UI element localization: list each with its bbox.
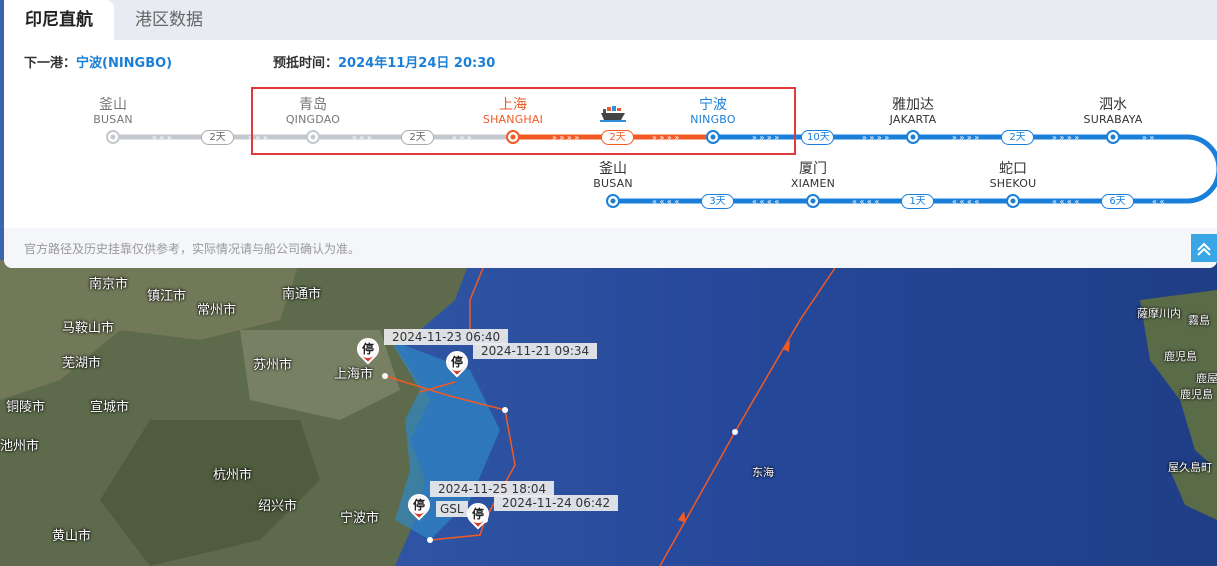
port-name-en: JAKARTA [889, 113, 937, 126]
port-busan[interactable]: 釜山 BUSAN [58, 97, 168, 127]
svg-text:« « « «: « « « « [652, 197, 679, 206]
city-label: 南通市 [282, 287, 322, 302]
city-label: 南京市 [89, 277, 129, 292]
svg-text:» » » »: » » » » [1052, 133, 1079, 142]
port-name-en: BUSAN [593, 177, 633, 190]
tab-bar: 印尼直航 港区数据 [4, 0, 1217, 40]
city-label: 霧島 [1188, 314, 1210, 327]
city-label: 马鞍山市 [62, 321, 115, 336]
stop-marker[interactable]: 停 [441, 346, 473, 381]
stop-marker-label: 停 [359, 340, 377, 358]
port-xiamen[interactable]: 厦门 XIAMEN [758, 161, 868, 191]
port-name-en: SHEKOU [989, 177, 1037, 190]
transit-days-badge: 2天 [201, 130, 234, 145]
stop-marker[interactable]: 停 [462, 498, 494, 533]
svg-text:» » »: » » » [152, 133, 172, 142]
port-busan-return[interactable]: 釜山 BUSAN [558, 161, 668, 191]
eta-label: 预抵时间： [273, 56, 339, 71]
vessel-label[interactable]: GSL [436, 501, 468, 517]
transit-days-badge: 2天 [1001, 130, 1034, 145]
tab-port-data[interactable]: 港区数据 [114, 0, 224, 40]
disclaimer-text: 官方路径及历史挂靠仅供参考，实际情况请与船公司确认为准。 [4, 228, 1217, 268]
eta-value: 2024年11月24日 20:30 [338, 56, 496, 71]
city-label: 常州市 [197, 303, 237, 318]
city-label: 铜陵市 [6, 400, 46, 415]
port-name-en: BUSAN [93, 113, 133, 126]
current-leg-highlight [251, 87, 796, 155]
transit-days-badge: 10天 [801, 130, 834, 145]
port-name-cn: 雅加达 [892, 97, 934, 113]
eta-info: 预抵时间：2024年11月24日 20:30 [273, 52, 495, 71]
next-port-info: 下一港：宁波(NINGBO) [24, 52, 172, 71]
svg-text:» » » »: » » » » [862, 133, 889, 142]
route-panel: 印尼直航 港区数据 下一港：宁波(NINGBO) 预抵时间：2024年11月24… [4, 0, 1217, 268]
svg-text:» » » »: » » » » [952, 133, 979, 142]
stop-marker[interactable]: 停 [403, 489, 435, 524]
tab-indonesia-direct[interactable]: 印尼直航 [4, 0, 114, 40]
city-label: 镇江市 [147, 289, 187, 304]
city-label: 宁波市 [340, 511, 380, 526]
transit-days-badge: 6天 [1101, 194, 1134, 209]
port-jakarta[interactable]: 雅加达 JAKARTA [858, 97, 968, 127]
svg-text:» »: » » [1142, 133, 1154, 142]
transit-days-badge: 3天 [701, 194, 734, 209]
port-shekou[interactable]: 蛇口 SHEKOU [958, 161, 1068, 191]
stop-marker[interactable]: 停 [352, 333, 384, 368]
sea-label: 东海 [752, 466, 774, 479]
port-call-time-tag[interactable]: 2024-11-24 06:42 [494, 495, 619, 511]
port-name-cn: 蛇口 [999, 161, 1027, 177]
city-label: 绍兴市 [258, 499, 298, 514]
port-name-en: SURABAYA [1083, 113, 1143, 126]
city-label: 薩摩川内 [1137, 307, 1181, 320]
city-label: 苏州市 [253, 358, 293, 373]
svg-text:« « « «: « « « « [852, 197, 879, 206]
city-label: 池州市 [0, 439, 40, 454]
chevron-up-icon [1197, 242, 1211, 256]
route-turn [1186, 134, 1217, 204]
stop-marker-label: 停 [469, 505, 487, 523]
city-label: 鹿児島 [1180, 388, 1213, 401]
port-name-cn: 釜山 [599, 161, 627, 177]
stop-marker-label: 停 [410, 496, 428, 514]
port-name-cn: 釜山 [99, 97, 127, 113]
city-label: 屋久島町 [1168, 461, 1212, 474]
stop-marker-label: 停 [448, 353, 466, 371]
city-label: 鹿屋 [1196, 372, 1217, 385]
port-surabaya[interactable]: 泗水 SURABAYA [1058, 97, 1168, 127]
port-call-time-tag[interactable]: 2024-11-21 09:34 [473, 343, 598, 359]
next-port-label: 下一港： [24, 56, 77, 71]
collapse-button[interactable] [1191, 234, 1217, 262]
city-label: 芜湖市 [62, 356, 102, 371]
svg-text:« « « «: « « « « [952, 197, 979, 206]
port-name-en: XIAMEN [790, 177, 836, 190]
city-label: 杭州市 [213, 468, 253, 483]
transit-days-badge: 1天 [901, 194, 934, 209]
port-name-cn: 泗水 [1099, 97, 1127, 113]
next-port-value: 宁波(NINGBO) [76, 56, 173, 71]
svg-text:« «: « « [1152, 197, 1164, 206]
port-name-cn: 厦门 [799, 161, 827, 177]
svg-text:« « « «: « « « « [752, 197, 779, 206]
city-label: 鹿児島 [1164, 350, 1197, 363]
city-label: 黄山市 [52, 529, 92, 544]
city-label: 宣城市 [90, 400, 130, 415]
svg-text:« « « «: « « « « [1052, 197, 1079, 206]
